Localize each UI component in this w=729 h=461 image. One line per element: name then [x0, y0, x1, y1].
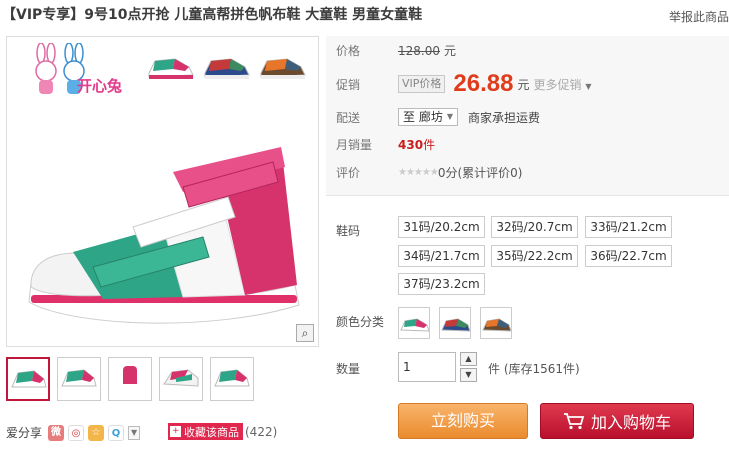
- shipping-label: 配送: [336, 110, 361, 125]
- size-option-33[interactable]: 33码/21.2cm: [585, 216, 672, 238]
- favorite-count: (422): [245, 424, 278, 439]
- color-label: 颜色分类: [336, 315, 385, 329]
- monthly-sales-label: 月销量: [336, 138, 373, 152]
- favorite-label: 收藏该商品: [184, 425, 239, 439]
- size-option-34[interactable]: 34码/21.7cm: [398, 245, 485, 267]
- color-option-blue-red[interactable]: [439, 307, 471, 339]
- more-promo-label: 更多促销: [533, 77, 582, 92]
- vip-price-tag: VIP价格: [398, 75, 446, 93]
- monthly-sales-row: 月销量 430 件: [336, 136, 435, 153]
- size-option-37[interactable]: 37码/23.2cm: [398, 273, 485, 295]
- color-option-pink-green[interactable]: [398, 307, 430, 339]
- product-title: 【VIP专享】9号10点开抢 儿童高帮拼色帆布鞋 大童鞋 男童女童鞋: [2, 7, 423, 23]
- share-label: 爱分享: [6, 426, 43, 440]
- mini-shoe-orange: [260, 58, 306, 79]
- color-option-orange-brown[interactable]: [480, 307, 512, 339]
- share-bar: 爱分享 微 ◎ ☆ Q ▼: [6, 424, 141, 441]
- quantity-label: 数量: [336, 362, 361, 376]
- kaixin-icon[interactable]: ☆: [88, 424, 105, 441]
- stock-info: 件 (库存1561件): [488, 362, 580, 376]
- thumbnail-3[interactable]: [108, 357, 152, 401]
- shipping-note: 商家承担运费: [467, 110, 540, 125]
- price-row: 价格 128.00 元: [336, 42, 456, 59]
- renren-icon[interactable]: ◎: [68, 424, 85, 441]
- shipping-row: 配送 至 廊坊 ▼ 商家承担运费: [336, 108, 540, 126]
- report-link[interactable]: 举报此商品: [669, 8, 729, 25]
- thumbnail-4[interactable]: [159, 357, 203, 401]
- rating-stars-icon: ★★★★★: [398, 167, 439, 178]
- mini-shoe-pink: [148, 58, 194, 79]
- chevron-down-icon: ▼: [446, 112, 453, 121]
- rating-label: 评价: [336, 166, 361, 180]
- price-info-panel: 价格 128.00 元 促销 VIP价格 26.88 元 更多促销 ▼ 配送 至…: [326, 36, 729, 196]
- promo-label: 促销: [336, 77, 361, 92]
- rating-summary[interactable]: 0分(累计评价0): [438, 164, 523, 181]
- quantity-input[interactable]: 1: [398, 352, 456, 382]
- favorite-icon: +: [170, 426, 181, 437]
- monthly-sales-count: 430: [398, 137, 424, 152]
- add-to-cart-label: 加入购物车: [590, 413, 671, 432]
- zoom-icon[interactable]: ⌕: [296, 324, 314, 342]
- chevron-down-icon: ▼: [585, 81, 592, 91]
- size-option-31[interactable]: 31码/20.2cm: [398, 216, 485, 238]
- cart-icon: [563, 413, 585, 430]
- mini-shoe-blue: [204, 58, 250, 79]
- thumbnail-5[interactable]: [210, 357, 254, 401]
- brand-logo-text: 开心兔: [77, 77, 123, 95]
- main-product-image[interactable]: 开心兔 RBB ⌕: [6, 36, 319, 347]
- promo-price-unit: 元: [517, 77, 530, 92]
- buy-now-button[interactable]: 立刻购买: [398, 403, 528, 439]
- qzone-icon[interactable]: Q: [108, 424, 125, 441]
- thumbnail-2[interactable]: [57, 357, 101, 401]
- favorite-box[interactable]: + 收藏该商品: [168, 423, 243, 440]
- monthly-sales-unit: 件: [423, 138, 436, 152]
- main-shoe-illustration: RBB: [28, 147, 300, 324]
- shipping-location-value: 至 廊坊: [403, 110, 443, 124]
- price-unit: 元: [444, 44, 457, 58]
- sina-weibo-icon[interactable]: 微: [48, 424, 65, 441]
- svg-text:RBB: RBB: [251, 256, 284, 271]
- more-share-icon[interactable]: ▼: [128, 425, 141, 440]
- quantity-increase-icon[interactable]: ▲: [460, 352, 477, 366]
- thumbnail-1[interactable]: [6, 357, 50, 401]
- quantity-decrease-icon[interactable]: ▼: [460, 368, 477, 382]
- promo-row: 促销 VIP价格 26.88 元 更多促销 ▼: [336, 70, 591, 98]
- size-label: 鞋码: [336, 224, 361, 238]
- size-option-35[interactable]: 35码/22.2cm: [491, 245, 578, 267]
- rating-row: 评价 ★★★★★ 0分(累计评价0): [336, 164, 522, 181]
- size-option-32[interactable]: 32码/20.7cm: [491, 216, 578, 238]
- more-promo-link[interactable]: 更多促销 ▼: [533, 76, 591, 93]
- size-option-36[interactable]: 36码/22.7cm: [585, 245, 672, 267]
- shipping-location-select[interactable]: 至 廊坊 ▼: [398, 108, 458, 126]
- promo-price: 26.88: [453, 70, 514, 97]
- favorite-button[interactable]: + 收藏该商品 (422): [168, 423, 277, 440]
- price-label: 价格: [336, 44, 361, 58]
- original-price: 128.00: [398, 43, 440, 58]
- add-to-cart-button[interactable]: 加入购物车: [540, 403, 694, 439]
- thumbnail-strip: [6, 357, 326, 401]
